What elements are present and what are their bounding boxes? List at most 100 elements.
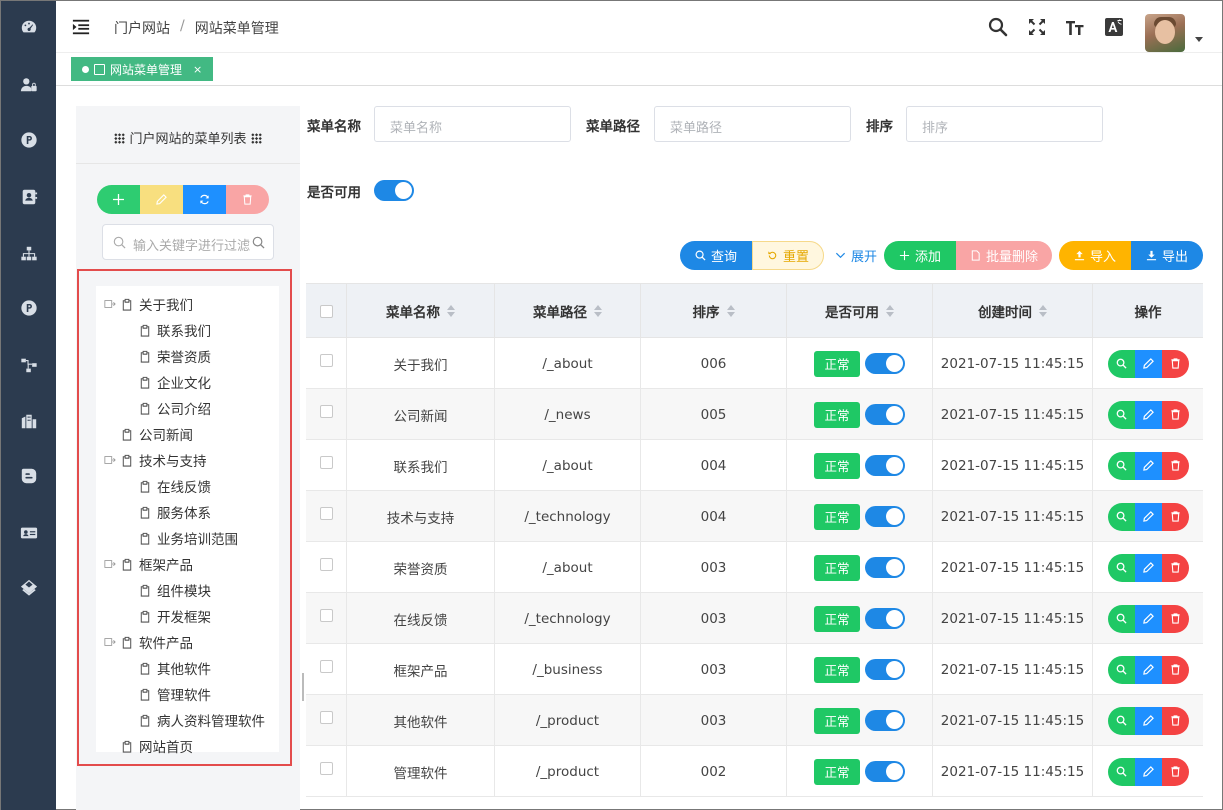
view-button[interactable] — [1107, 349, 1135, 378]
enabled-toggle[interactable] — [865, 761, 905, 782]
sort-icon[interactable] — [1039, 305, 1047, 317]
batch-delete-button[interactable]: 批量删除 — [956, 241, 1052, 270]
enabled-toggle[interactable] — [865, 557, 905, 578]
enabled-toggle[interactable] — [865, 710, 905, 731]
edit-button[interactable] — [1134, 757, 1162, 786]
tree-node[interactable]: 服务体系 — [139, 502, 211, 522]
menu-name-input[interactable]: 菜单名称 — [374, 106, 571, 142]
enabled-toggle[interactable] — [865, 506, 905, 527]
col-sort-header[interactable]: 排序 — [641, 284, 787, 338]
tree-node[interactable]: 公司新闻 — [103, 424, 193, 444]
enabled-toggle[interactable] — [865, 608, 905, 629]
tree-node[interactable]: 开发框架 — [139, 606, 211, 626]
collapse-toggle-icon[interactable] — [103, 557, 117, 571]
row-checkbox[interactable] — [319, 609, 333, 622]
row-checkbox[interactable] — [319, 762, 333, 775]
tree-node[interactable]: 组件模块 — [139, 580, 211, 600]
view-button[interactable] — [1107, 451, 1135, 480]
sitemap-icon[interactable] — [20, 245, 38, 263]
sort-icon[interactable] — [886, 305, 894, 317]
view-button[interactable] — [1107, 400, 1135, 429]
close-icon[interactable]: × — [193, 63, 202, 76]
edit-button[interactable] — [1134, 502, 1162, 531]
enabled-toggle[interactable] — [865, 659, 905, 680]
view-button[interactable] — [1107, 553, 1135, 582]
delete-button[interactable] — [1161, 655, 1189, 684]
parking-icon[interactable] — [20, 299, 38, 317]
view-button[interactable] — [1107, 604, 1135, 633]
tree-node[interactable]: 在线反馈 — [139, 476, 211, 496]
sort-icon[interactable] — [447, 305, 455, 317]
tree-refresh-button[interactable] — [183, 185, 226, 214]
blog-icon[interactable] — [20, 467, 38, 485]
row-checkbox[interactable] — [319, 660, 333, 673]
tree-node[interactable]: 关于我们 — [103, 294, 193, 314]
id-card-icon[interactable] — [20, 524, 38, 542]
tree-node[interactable]: 技术与支持 — [103, 450, 207, 470]
enabled-toggle[interactable] — [865, 404, 905, 425]
tree-filter-input[interactable]: 输入关键字进行过滤 — [102, 224, 274, 260]
collapse-toggle-icon[interactable] — [103, 635, 117, 649]
delete-button[interactable] — [1161, 451, 1189, 480]
tree-node[interactable]: 网站首页 — [103, 736, 193, 756]
col-path-header[interactable]: 菜单路径 — [495, 284, 641, 338]
row-checkbox[interactable] — [319, 507, 333, 520]
flow-chart-icon[interactable] — [20, 356, 38, 374]
sort-icon[interactable] — [594, 305, 602, 317]
search-icon[interactable] — [988, 17, 1008, 37]
collapse-toggle-icon[interactable] — [103, 297, 117, 311]
tree-node[interactable]: 业务培训范围 — [139, 528, 238, 548]
reset-button[interactable]: 重置 — [752, 241, 824, 270]
enabled-toggle[interactable] — [865, 353, 905, 374]
font-size-icon[interactable] — [1065, 17, 1085, 37]
user-avatar[interactable] — [1145, 14, 1185, 52]
add-button[interactable]: 添加 — [884, 241, 956, 270]
edit-button[interactable] — [1134, 655, 1162, 684]
translate-icon[interactable] — [1104, 17, 1124, 37]
edit-button[interactable] — [1134, 349, 1162, 378]
tree-node[interactable]: 联系我们 — [139, 320, 211, 340]
edit-button[interactable] — [1134, 706, 1162, 735]
delete-button[interactable] — [1161, 604, 1189, 633]
tree-add-button[interactable] — [97, 185, 140, 214]
tree-delete-button[interactable] — [226, 185, 269, 214]
chevron-down-icon[interactable] — [1195, 37, 1203, 42]
view-button[interactable] — [1107, 757, 1135, 786]
view-button[interactable] — [1107, 706, 1135, 735]
enabled-toggle[interactable] — [865, 455, 905, 476]
delete-button[interactable] — [1161, 706, 1189, 735]
row-checkbox[interactable] — [319, 456, 333, 469]
row-checkbox[interactable] — [319, 405, 333, 418]
tree-node[interactable]: 企业文化 — [139, 372, 211, 392]
edit-button[interactable] — [1134, 604, 1162, 633]
collapse-toggle-icon[interactable] — [103, 453, 117, 467]
buildings-icon[interactable] — [20, 412, 38, 430]
menu-toggle-icon[interactable] — [72, 18, 90, 36]
delete-button[interactable] — [1161, 400, 1189, 429]
search-icon[interactable] — [252, 236, 265, 249]
menu-path-input[interactable]: 菜单路径 — [654, 106, 851, 142]
parking-icon[interactable] — [20, 131, 38, 149]
fullscreen-icon[interactable] — [1027, 17, 1047, 37]
sort-icon[interactable] — [726, 305, 735, 317]
view-button[interactable] — [1107, 502, 1135, 531]
tree-edit-button[interactable] — [140, 185, 183, 214]
tab-menu-management[interactable]: 网站菜单管理 × — [71, 57, 214, 81]
tree-node[interactable]: 软件产品 — [103, 632, 193, 652]
tree-node[interactable]: 其他软件 — [139, 658, 211, 678]
edit-button[interactable] — [1134, 553, 1162, 582]
breadcrumb-item-portal[interactable]: 门户网站 — [114, 18, 170, 38]
row-checkbox[interactable] — [319, 354, 333, 367]
edit-button[interactable] — [1134, 451, 1162, 480]
view-button[interactable] — [1107, 655, 1135, 684]
tree-node[interactable]: 荣誉资质 — [139, 346, 211, 366]
delete-button[interactable] — [1161, 502, 1189, 531]
row-checkbox[interactable] — [319, 711, 333, 724]
query-button[interactable]: 查询 — [680, 241, 752, 270]
expand-toggle[interactable]: 展开 — [830, 241, 882, 270]
delete-button[interactable] — [1161, 553, 1189, 582]
enabled-toggle[interactable] — [374, 180, 414, 201]
tree-node[interactable]: 管理软件 — [139, 684, 211, 704]
layers-icon[interactable] — [20, 579, 38, 597]
col-name-header[interactable]: 菜单名称 — [347, 284, 495, 338]
